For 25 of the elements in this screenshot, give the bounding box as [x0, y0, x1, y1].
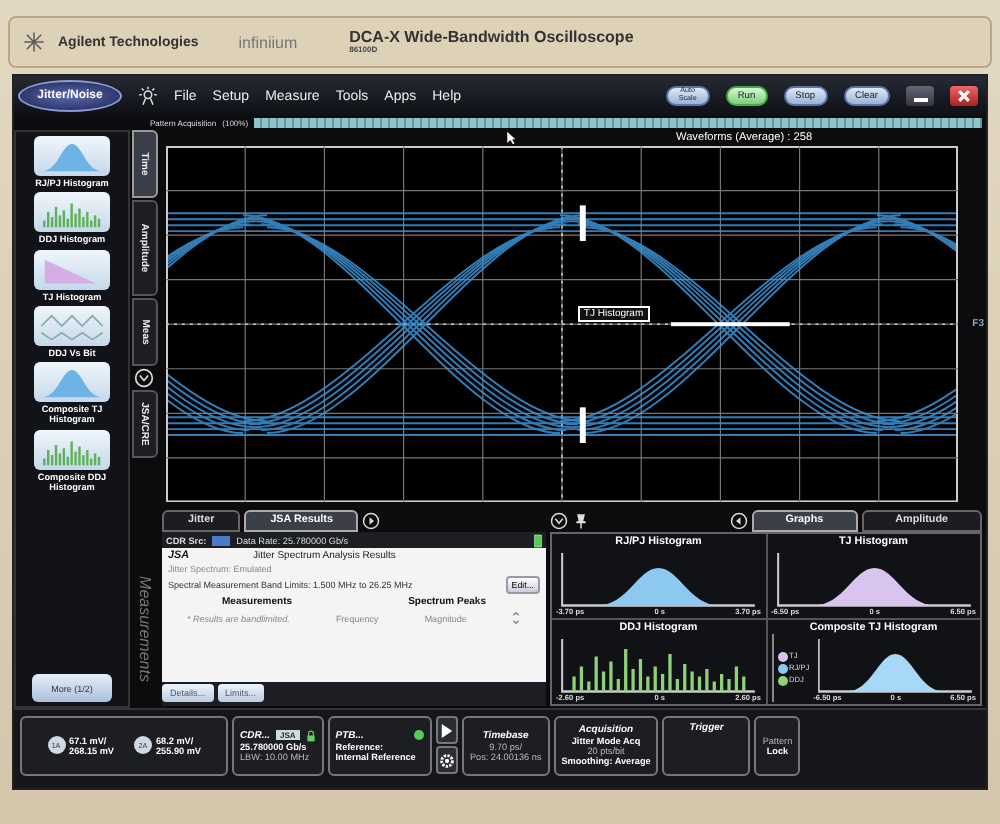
pointer-icon [506, 130, 516, 146]
status-level-icon [534, 533, 542, 547]
play-icon[interactable] [362, 511, 381, 529]
minimize-button[interactable] [906, 86, 934, 106]
pin-icon[interactable] [572, 511, 590, 529]
back-icon[interactable] [729, 511, 748, 529]
lamp-icon[interactable] [138, 86, 158, 106]
minimize-icon [913, 98, 927, 102]
play-icon [439, 723, 454, 737]
expand-icon[interactable] [550, 511, 568, 529]
instrument-title: DCA-X Wide-Bandwidth Oscilloscope [349, 30, 634, 46]
close-button[interactable] [950, 86, 978, 106]
gear-icon [437, 751, 456, 769]
run-arrow-button[interactable] [435, 716, 458, 744]
spark-logo-icon [22, 30, 46, 54]
panel-label: Measurements [133, 573, 155, 686]
product-line: infiniium [238, 33, 298, 51]
status-dot-icon [413, 730, 424, 740]
close-icon [956, 88, 972, 104]
source-badge [212, 535, 231, 545]
histogram-window-marker[interactable] [579, 205, 790, 443]
lock-icon [305, 729, 316, 741]
collapse-icon[interactable] [134, 368, 154, 388]
scroll-arrows-icon[interactable] [512, 610, 521, 626]
settings-button[interactable] [435, 746, 458, 774]
